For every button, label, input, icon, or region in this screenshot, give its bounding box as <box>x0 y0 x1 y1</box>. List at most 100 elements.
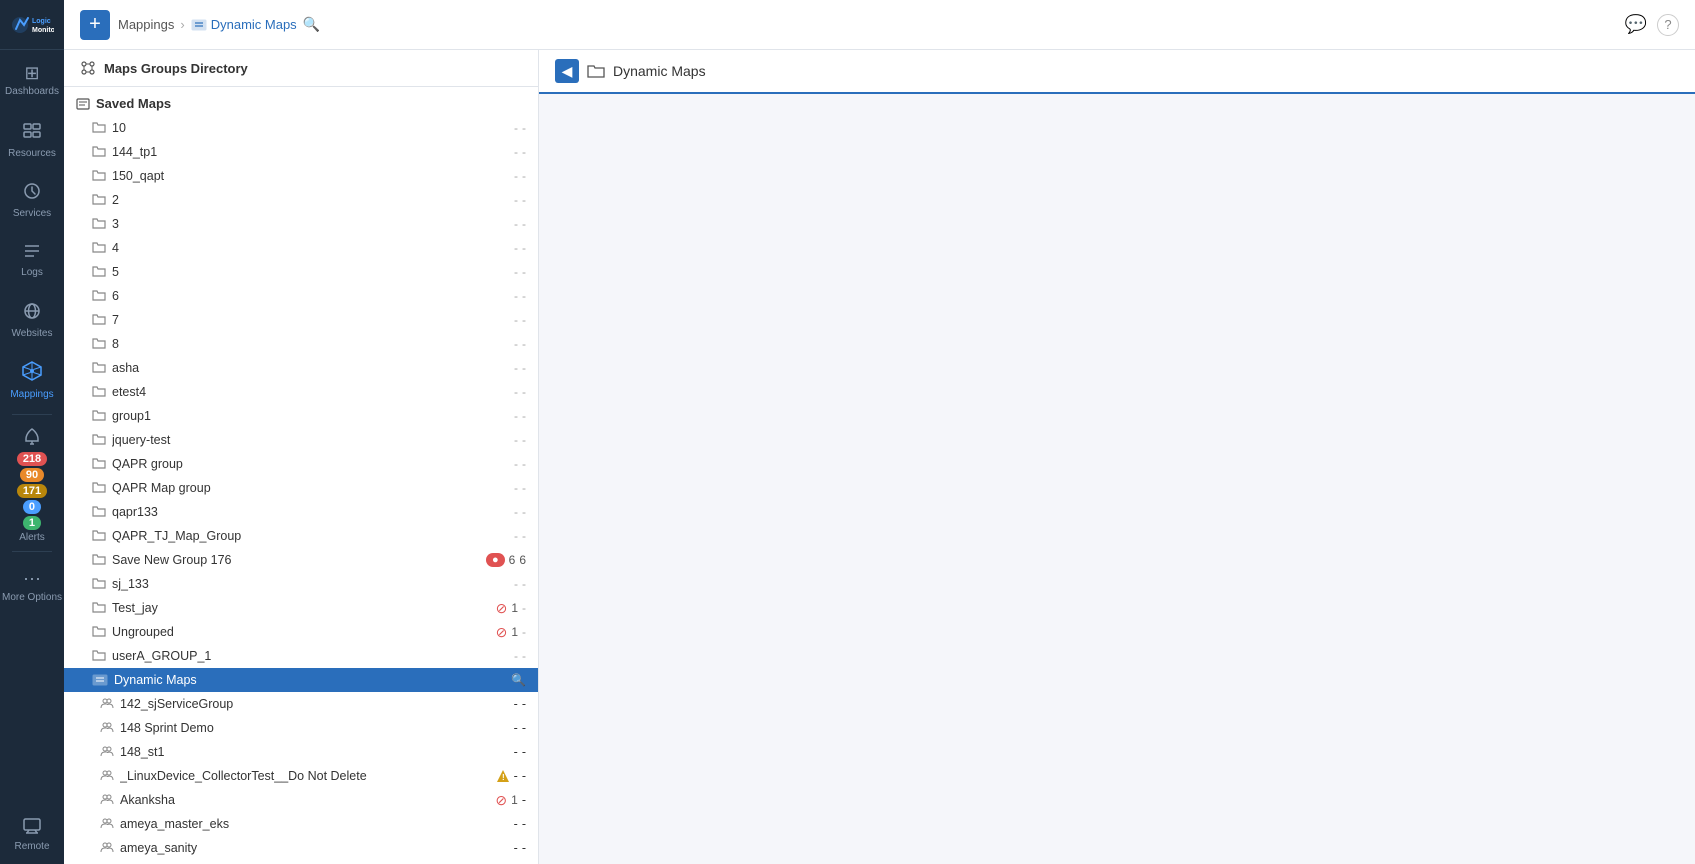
subitem-actions: ⊘ 1 - <box>495 792 526 809</box>
alert-badge-90: 90 <box>20 468 44 482</box>
nav-item-dashboards[interactable]: ⊞ Dashboards <box>0 50 64 110</box>
tree-item-ungrouped[interactable]: Ungrouped ⊘ 1 - <box>64 620 538 644</box>
tree-item-8[interactable]: 8 -- <box>64 332 538 356</box>
nav-item-mappings[interactable]: Mappings <box>0 350 64 410</box>
subitem-anshul[interactable]: anshul_device_grp ! - - <box>64 860 538 864</box>
folder-icon <box>92 456 106 472</box>
group-icon <box>100 816 114 832</box>
collapse-button[interactable]: ◀ <box>555 59 579 83</box>
subitem-actions: -- <box>514 841 526 855</box>
nav-item-websites[interactable]: Websites <box>0 290 64 350</box>
nav-item-logs[interactable]: Logs <box>0 230 64 290</box>
tree-item-actions: -- <box>514 337 526 351</box>
top-bar-right: 💬 ? <box>1625 14 1679 36</box>
tree-item-qapr-map-group[interactable]: QAPR Map group -- <box>64 476 538 500</box>
dynamic-maps-section[interactable]: Dynamic Maps 🔍 <box>64 668 538 692</box>
folder-icon <box>92 288 106 304</box>
tree-item-sj133[interactable]: sj_133 -- <box>64 572 538 596</box>
breadcrumb-separator: › <box>180 17 184 32</box>
tree-item-group1[interactable]: group1 -- <box>64 404 538 428</box>
subitem-148-sprint[interactable]: 148 Sprint Demo -- <box>64 716 538 740</box>
tree-item-name: QAPR_TJ_Map_Group <box>112 529 508 543</box>
search-icon-topbar[interactable]: 🔍 <box>303 16 320 33</box>
tree-item-asha[interactable]: asha -- <box>64 356 538 380</box>
subitem-142[interactable]: 142_sjServiceGroup -- <box>64 692 538 716</box>
dynamic-maps-search-icon[interactable]: 🔍 <box>511 673 526 687</box>
tree-item-10[interactable]: 10 - - <box>64 116 538 140</box>
nav-item-more-options[interactable]: ⋯ More Options <box>0 556 64 616</box>
chat-icon[interactable]: 💬 <box>1625 14 1647 35</box>
folder-icon <box>92 408 106 424</box>
tree-item-3[interactable]: 3 -- <box>64 212 538 236</box>
tree-item-name: 3 <box>112 217 508 231</box>
tree-item-actions: -- <box>514 145 526 159</box>
svg-text:!: ! <box>502 773 505 782</box>
left-navigation: Logic Monitor ⊞ Dashboards Resources Ser… <box>0 0 64 864</box>
tree-item-5[interactable]: 5 -- <box>64 260 538 284</box>
tree-item-qapr-tj[interactable]: QAPR_TJ_Map_Group -- <box>64 524 538 548</box>
subitem-name: 142_sjServiceGroup <box>120 697 508 711</box>
saved-maps-section[interactable]: Saved Maps <box>64 91 538 116</box>
tree-item-save-new-176[interactable]: Save New Group 176 ● 6 6 <box>64 548 538 572</box>
maps-groups-icon <box>80 60 96 76</box>
subitem-linux-device[interactable]: _LinuxDevice_CollectorTest__Do Not Delet… <box>64 764 538 788</box>
folder-icon-10 <box>92 120 106 136</box>
folder-icon <box>92 648 106 664</box>
tree-item-name: group1 <box>112 409 508 423</box>
group-icon <box>100 792 114 808</box>
tree-item-actions: -- <box>514 433 526 447</box>
tree-item-test-jay[interactable]: Test_jay ⊘ 1 - <box>64 596 538 620</box>
tree-item-6[interactable]: 6 -- <box>64 284 538 308</box>
tree-item-actions: -- <box>514 529 526 543</box>
more-options-icon: ⋯ <box>23 570 41 588</box>
group-icon <box>100 744 114 760</box>
subitem-name: 148 Sprint Demo <box>120 721 508 735</box>
nav-item-remote[interactable]: Remote <box>0 804 64 864</box>
folder-icon <box>92 576 106 592</box>
nav-item-services[interactable]: Services <box>0 170 64 230</box>
add-button[interactable]: + <box>80 10 110 40</box>
subitem-148-st1[interactable]: 148_st1 -- <box>64 740 538 764</box>
subitem-name: ameya_sanity <box>120 841 508 855</box>
main-area: + Mappings › Dynamic Maps 🔍 💬 ? <box>64 0 1695 864</box>
alert-badge-1: 1 <box>23 516 41 530</box>
alert-icon-ungrouped: ⊘ <box>496 624 508 641</box>
tree-item-actions: ● 6 6 <box>486 553 526 567</box>
tree-item-150qapt[interactable]: 150_qapt -- <box>64 164 538 188</box>
top-bar: + Mappings › Dynamic Maps 🔍 💬 ? <box>64 0 1695 50</box>
tree-item-actions: -- <box>514 289 526 303</box>
help-icon[interactable]: ? <box>1657 14 1679 36</box>
tree-item-jquery[interactable]: jquery-test -- <box>64 428 538 452</box>
nav-item-resources[interactable]: Resources <box>0 110 64 170</box>
tree-item-name: sj_133 <box>112 577 508 591</box>
subitem-ameya-sanity[interactable]: ameya_sanity -- <box>64 836 538 860</box>
folder-icon <box>92 504 106 520</box>
app-logo[interactable]: Logic Monitor <box>0 0 64 50</box>
tree-item-7[interactable]: 7 -- <box>64 308 538 332</box>
nav-label-websites: Websites <box>12 328 53 339</box>
subitem-ameya-master[interactable]: ameya_master_eks -- <box>64 812 538 836</box>
tree-item-2[interactable]: 2 -- <box>64 188 538 212</box>
tree-item-actions: - - <box>514 121 526 135</box>
tree-item-etest4[interactable]: etest4 -- <box>64 380 538 404</box>
tree-item-qapr133[interactable]: qapr133 -- <box>64 500 538 524</box>
tree-item-name: 6 <box>112 289 508 303</box>
breadcrumb: Mappings › Dynamic Maps 🔍 <box>118 16 320 33</box>
tree-item-name: asha <box>112 361 508 375</box>
tree-item-usera[interactable]: userA_GROUP_1 -- <box>64 644 538 668</box>
subitem-akanksha[interactable]: Akanksha ⊘ 1 - <box>64 788 538 812</box>
folder-icon <box>92 432 106 448</box>
tree-item-144tp1[interactable]: 144_tp1 -- <box>64 140 538 164</box>
folder-icon <box>92 168 106 184</box>
tree-item-4[interactable]: 4 -- <box>64 236 538 260</box>
alert-badge-171: 171 <box>17 484 47 498</box>
remote-icon <box>22 816 42 837</box>
nav-item-alerts[interactable]: 218 90 171 0 1 Alerts <box>0 419 64 547</box>
tree-item-qapr-group[interactable]: QAPR group -- <box>64 452 538 476</box>
tree-item-name: QAPR group <box>112 457 508 471</box>
saved-maps-label: Saved Maps <box>96 96 171 111</box>
folder-icon <box>92 336 106 352</box>
nav-label-services: Services <box>13 208 51 219</box>
breadcrumb-parent[interactable]: Mappings <box>118 17 174 32</box>
alert-icon-test-jay: ⊘ <box>496 600 508 617</box>
